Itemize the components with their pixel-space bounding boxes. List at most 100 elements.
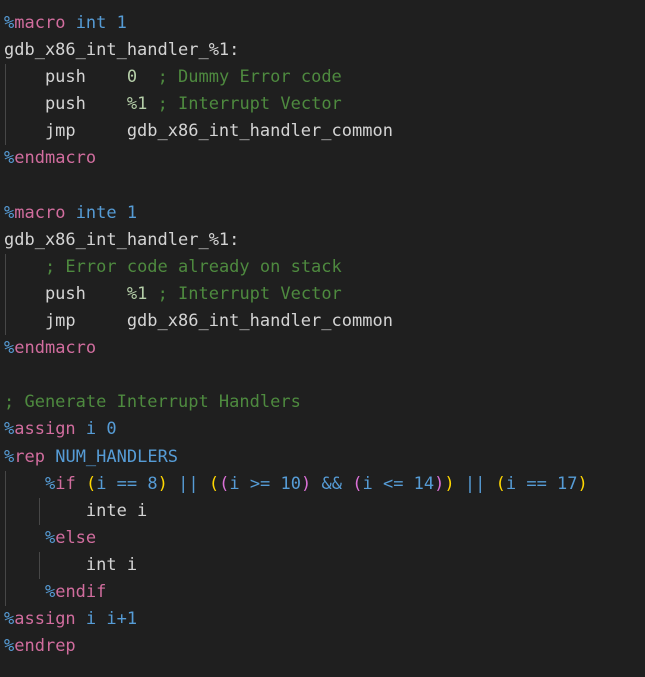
indent-guide bbox=[39, 497, 40, 525]
code-line[interactable]: %assign i i+1 bbox=[0, 606, 645, 633]
code-line[interactable]: gdb_x86_int_handler_%1: bbox=[0, 227, 645, 254]
indent-guide bbox=[5, 64, 6, 92]
indent-guide bbox=[5, 497, 6, 525]
indent-guide bbox=[5, 253, 6, 281]
code-token-dir: endif bbox=[55, 581, 107, 602]
code-line[interactable]: inte i bbox=[0, 497, 645, 525]
code-token-dir: endrep bbox=[14, 636, 76, 657]
code-line[interactable]: push %1 ; Interrupt Vector bbox=[0, 91, 645, 119]
code-token-dir: macro bbox=[14, 202, 66, 223]
code-line[interactable]: %endrep bbox=[0, 633, 645, 660]
code-token-comment: ; Generate Interrupt Handlers bbox=[4, 392, 301, 413]
code-line[interactable]: %endmacro bbox=[0, 145, 645, 172]
code-token-br1: ( bbox=[495, 473, 506, 494]
code-token-pct: % bbox=[4, 13, 15, 33]
code-token-plain: push bbox=[4, 283, 127, 304]
code-token-plain: jmp gdb_x86_int_handler_common bbox=[4, 121, 393, 142]
code-line[interactable]: %macro inte 1 bbox=[0, 200, 645, 227]
code-token-blue: i i+1 bbox=[85, 609, 138, 630]
code-line[interactable]: %else bbox=[0, 524, 645, 552]
indent-guide bbox=[5, 578, 6, 607]
code-token-dir: endmacro bbox=[14, 338, 97, 359]
indent-guide bbox=[5, 308, 6, 336]
indent-guide bbox=[5, 280, 6, 309]
indent-guide bbox=[5, 91, 6, 119]
code-line[interactable]: ; Generate Interrupt Handlers bbox=[0, 389, 645, 416]
code-line[interactable] bbox=[0, 173, 645, 200]
code-token-num: %1 bbox=[126, 94, 148, 115]
code-token-pct: % bbox=[4, 446, 15, 467]
code-token-br2: ( bbox=[219, 473, 230, 494]
code-token-plain: push bbox=[4, 94, 127, 115]
code-line[interactable]: int i bbox=[0, 551, 645, 579]
code-line[interactable]: %assign i 0 bbox=[0, 416, 645, 443]
code-token-pct: % bbox=[44, 527, 56, 548]
code-line[interactable]: jmp gdb_x86_int_handler_common bbox=[0, 308, 645, 336]
code-token-pct: % bbox=[4, 202, 15, 223]
code-token-br1: ) bbox=[157, 473, 168, 494]
indent-guide bbox=[5, 551, 6, 579]
code-token-dir: macro bbox=[14, 13, 66, 33]
code-line[interactable]: %rep NUM_HANDLERS bbox=[0, 444, 645, 471]
code-token-br2: ) bbox=[434, 473, 445, 494]
code-token-num: 0 bbox=[126, 67, 138, 88]
code-line[interactable]: %macro int 1 bbox=[0, 10, 645, 37]
code-token-blue: i >= 10 bbox=[229, 473, 301, 494]
code-token-plain: inte i bbox=[4, 500, 148, 521]
code-lines-container: %macro int 1 gdb_x86_int_handler_%1: push… bbox=[0, 10, 645, 660]
code-token-num: %1 bbox=[126, 283, 148, 304]
code-token-plain: push bbox=[4, 67, 127, 88]
code-token-blue: || bbox=[178, 473, 199, 494]
code-token-dir: rep bbox=[14, 446, 45, 467]
code-token-plain: gdb_x86_int_handler_%1: bbox=[4, 40, 240, 61]
code-line[interactable]: push 0 ; Dummy Error code bbox=[0, 64, 645, 92]
code-token-blue: inte 1 bbox=[75, 202, 138, 223]
code-token-br1: ( bbox=[85, 473, 97, 494]
code-token-comment: ; Interrupt Vector bbox=[157, 283, 342, 304]
code-token-dir: endmacro bbox=[14, 148, 97, 169]
code-token-dir: assign bbox=[14, 419, 76, 440]
code-line[interactable]: gdb_x86_int_handler_%1: bbox=[0, 37, 645, 64]
code-token-dir: assign bbox=[14, 609, 76, 630]
code-line[interactable]: jmp gdb_x86_int_handler_common bbox=[0, 118, 645, 146]
code-token-pct: % bbox=[4, 338, 15, 359]
code-token-comment: ; Interrupt Vector bbox=[157, 94, 342, 115]
code-line[interactable]: %if (i == 8) || ((i >= 10) && (i <= 14))… bbox=[0, 470, 645, 498]
code-token-pct: % bbox=[4, 609, 15, 630]
code-editor-view[interactable]: %macro int 1 gdb_x86_int_handler_%1: push… bbox=[0, 0, 645, 677]
code-token-comment: ; Dummy Error code bbox=[157, 67, 342, 88]
code-line[interactable] bbox=[0, 362, 645, 389]
code-line[interactable]: %endmacro bbox=[0, 335, 645, 362]
indent-guide bbox=[5, 470, 6, 498]
code-token-blue: || bbox=[464, 473, 486, 494]
indent-guide bbox=[5, 118, 6, 146]
code-token-blue: i == 8 bbox=[96, 473, 158, 494]
code-token-pct: % bbox=[4, 419, 15, 440]
code-line[interactable]: %endif bbox=[0, 578, 645, 607]
code-line[interactable]: ; Error code already on stack bbox=[0, 253, 645, 281]
code-token-plain: int i bbox=[4, 554, 138, 575]
code-token-blue: i == 17 bbox=[505, 473, 578, 494]
code-line[interactable]: push %1 ; Interrupt Vector bbox=[0, 280, 645, 309]
code-token-plain: gdb_x86_int_handler_%1: bbox=[4, 229, 240, 250]
code-token-blue: NUM_HANDLERS bbox=[55, 446, 179, 467]
code-token-pct: % bbox=[44, 473, 56, 494]
code-token-br2: ( bbox=[352, 473, 363, 494]
code-token-comment: ; Error code already on stack bbox=[44, 256, 342, 277]
code-token-br1: ( bbox=[208, 473, 220, 494]
code-token-pct: % bbox=[4, 636, 15, 657]
